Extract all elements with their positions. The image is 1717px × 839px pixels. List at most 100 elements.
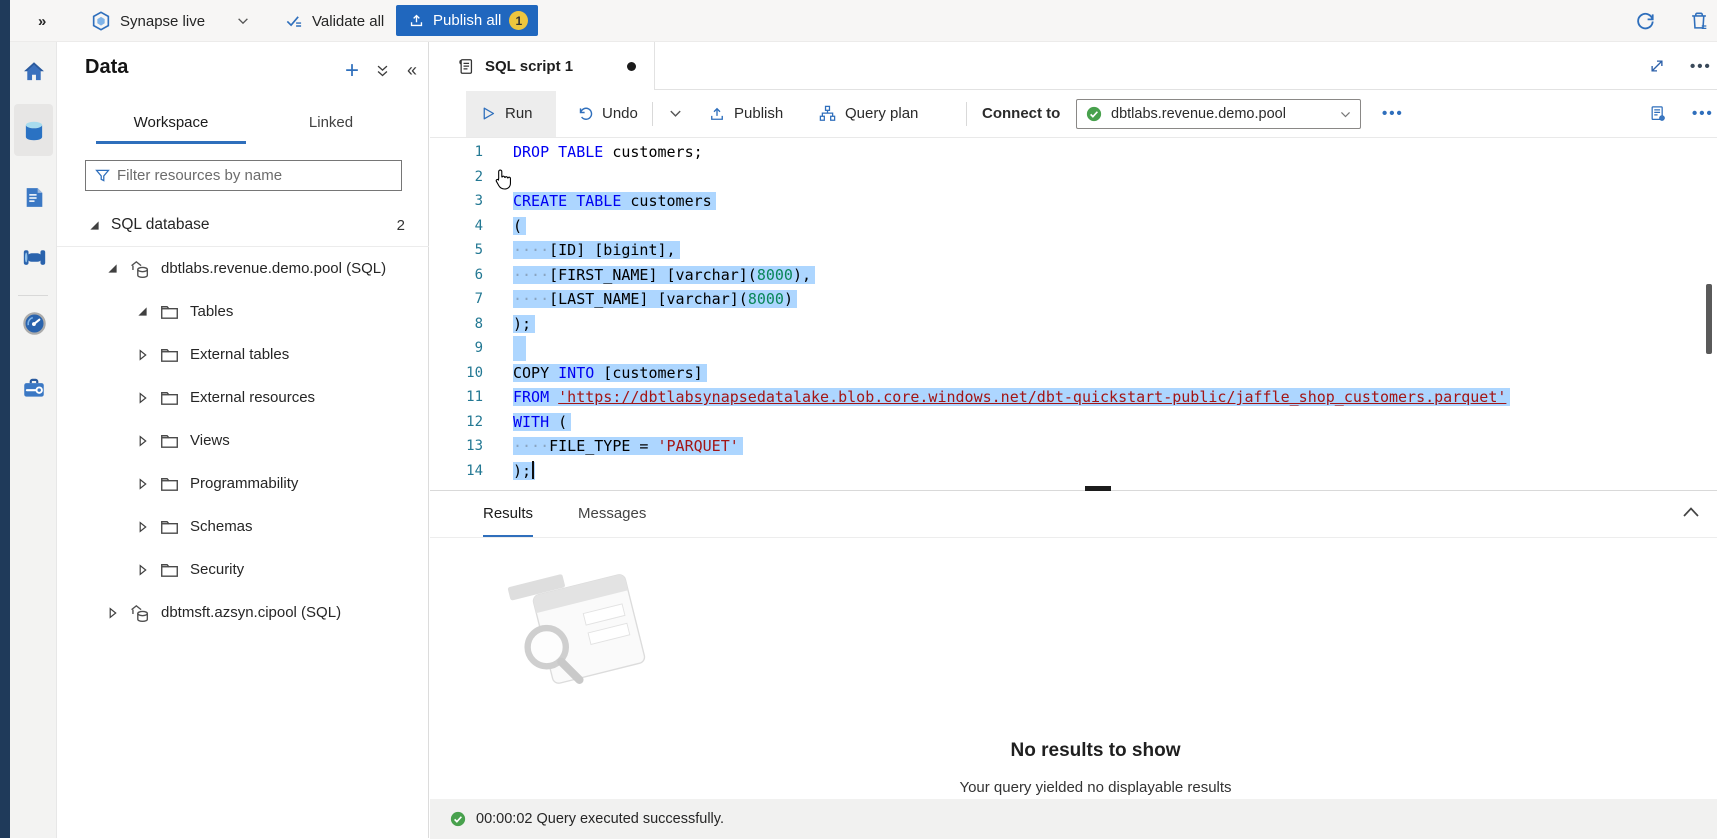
collapsed-expander-icon[interactable] <box>135 435 149 447</box>
expanded-expander-icon[interactable] <box>87 220 101 231</box>
tree-item-sql-database[interactable]: SQL database2 <box>57 204 429 247</box>
code-line-14[interactable]: 14); <box>430 459 1717 484</box>
run-button[interactable]: Run <box>480 90 533 137</box>
nav-item-database-hub[interactable] <box>20 117 48 145</box>
toolbar-more-icon[interactable]: ••• <box>1382 90 1404 137</box>
tab-sql-script-1[interactable]: SQL script 1 <box>430 42 655 90</box>
expand-editor-icon[interactable] <box>1648 57 1666 75</box>
tab-more-actions-icon[interactable]: ••• <box>1690 58 1712 75</box>
query-plan-button[interactable]: Query plan <box>818 90 918 137</box>
integrate-icon <box>21 244 48 271</box>
tree-item-schemas[interactable]: Schemas <box>57 505 429 548</box>
validate-all-button[interactable]: Validate all <box>284 0 384 42</box>
editor-more-actions-icon[interactable]: ••• <box>1692 90 1714 137</box>
code-line-13[interactable]: 13····FILE_TYPE = 'PARQUET' <box>430 434 1717 459</box>
sql-pool-icon <box>129 602 151 624</box>
tree-item-external-tables[interactable]: External tables <box>57 333 429 376</box>
nav-item-home[interactable] <box>20 58 48 86</box>
window-edge-stripe <box>0 0 10 838</box>
tree-item-security[interactable]: Security <box>57 548 429 591</box>
editor-scrollbar-thumb[interactable] <box>1706 284 1712 354</box>
filter-resources-box <box>85 160 402 191</box>
home-icon <box>21 59 47 85</box>
panel-title: Data <box>85 56 128 79</box>
tab-messages[interactable]: Messages <box>578 491 646 537</box>
discard-trash-icon[interactable] <box>1688 0 1710 42</box>
sql-code-editor[interactable]: 1DROP TABLE customers;23CREATE TABLE cus… <box>430 138 1717 490</box>
code-line-4[interactable]: 4( <box>430 214 1717 239</box>
selection-highlight: COPY INTO [customers] <box>513 364 703 382</box>
publish-all-button[interactable]: Publish all 1 <box>396 5 538 36</box>
expanded-expander-icon[interactable] <box>135 306 149 317</box>
editor-toolbar: Run Undo Publish Query plan Connect to d… <box>430 90 1717 138</box>
collapsed-expander-icon[interactable] <box>135 564 149 576</box>
line-number: 13 <box>430 434 496 459</box>
tab-linked[interactable]: Linked <box>266 104 396 144</box>
code-line-8[interactable]: 8); <box>430 312 1717 337</box>
toolbar-divider <box>966 102 967 126</box>
code-line-7[interactable]: 7····[LAST_NAME] [varchar](8000) <box>430 287 1717 312</box>
upload-icon <box>408 12 425 29</box>
line-number: 14 <box>430 459 496 484</box>
code-line-9[interactable]: 9 <box>430 336 1717 361</box>
code-line-1[interactable]: 1DROP TABLE customers; <box>430 140 1717 165</box>
code-line-2[interactable]: 2 <box>430 165 1717 190</box>
tree-item-external-resources[interactable]: External resources <box>57 376 429 419</box>
dropdown-chevron-icon <box>1339 108 1352 121</box>
collapsed-expander-icon[interactable] <box>135 349 149 361</box>
develop-icon <box>22 185 47 210</box>
nav-item-develop-hub[interactable] <box>20 183 48 211</box>
code-line-3[interactable]: 3CREATE TABLE customers <box>430 189 1717 214</box>
tree-item-dbtlabs-revenue-demo-pool-sql[interactable]: dbtlabs.revenue.demo.pool (SQL) <box>57 247 429 290</box>
tree-item-views[interactable]: Views <box>57 419 429 462</box>
mode-dropdown-chevron-icon[interactable] <box>236 0 250 42</box>
tree-item-programmability[interactable]: Programmability <box>57 462 429 505</box>
undo-button[interactable]: Undo <box>576 90 638 137</box>
selection-highlight: ····[ID] [bigint], <box>513 241 676 259</box>
status-text: 00:00:02 Query executed successfully. <box>476 811 724 827</box>
mode-selector[interactable]: Synapse live <box>120 0 205 42</box>
collapse-results-chevron-icon[interactable] <box>1682 505 1700 519</box>
collapse-all-icon[interactable] <box>367 63 397 79</box>
code-line-5[interactable]: 5····[ID] [bigint], <box>430 238 1717 263</box>
run-options-chevron-icon[interactable] <box>668 90 683 137</box>
collapse-panel-icon[interactable]: « <box>397 60 427 81</box>
folder-icon <box>159 431 180 450</box>
code-line-11[interactable]: 11FROM 'https://dbtlabsynapsedatalake.bl… <box>430 385 1717 410</box>
code-line-10[interactable]: 10COPY INTO [customers] <box>430 361 1717 386</box>
results-splitter-handle[interactable] <box>1085 486 1111 491</box>
connect-to-pool-dropdown[interactable]: dbtlabs.revenue.demo.pool <box>1076 99 1361 129</box>
collapsed-expander-icon[interactable] <box>105 607 119 619</box>
filter-resources-input[interactable] <box>115 166 401 185</box>
code-line-6[interactable]: 6····[FIRST_NAME] [varchar](8000), <box>430 263 1717 288</box>
tab-workspace[interactable]: Workspace <box>96 104 246 144</box>
tree-item-dbtmsft-azsyn-cipool-sql[interactable]: dbtmsft.azsyn.cipool (SQL) <box>57 591 429 634</box>
tree-item-label: Security <box>190 561 244 578</box>
tree-item-tables[interactable]: Tables <box>57 290 429 333</box>
folder-icon <box>159 302 180 321</box>
selection-highlight: ); <box>513 315 531 333</box>
code-line-12[interactable]: 12WITH ( <box>430 410 1717 435</box>
selection-highlight: FROM 'https://dbtlabsynapsedatalake.blob… <box>513 388 1506 406</box>
expanded-expander-icon[interactable] <box>105 263 119 274</box>
nav-item-integrate-hub[interactable] <box>20 243 48 271</box>
collapsed-expander-icon[interactable] <box>135 392 149 404</box>
line-number: 1 <box>430 140 496 165</box>
nav-item-monitor-hub[interactable] <box>20 309 48 337</box>
refresh-icon[interactable] <box>1634 0 1657 42</box>
collapsed-expander-icon[interactable] <box>135 521 149 533</box>
publish-button[interactable]: Publish <box>708 90 783 137</box>
nav-item-manage-hub[interactable] <box>20 374 48 402</box>
no-results-empty-state: No results to show Your query yielded no… <box>430 538 1717 796</box>
unsaved-changes-dot <box>627 62 636 71</box>
add-resource-button[interactable]: + <box>337 61 367 81</box>
properties-icon[interactable] <box>1648 90 1668 137</box>
connect-to-label: Connect to <box>982 90 1060 137</box>
tree-item-label: Programmability <box>190 475 298 492</box>
pool-value: dbtlabs.revenue.demo.pool <box>1111 106 1331 122</box>
line-number: 12 <box>430 410 496 435</box>
tab-results[interactable]: Results <box>483 491 533 537</box>
expand-sidebar-icon[interactable]: » <box>38 0 44 42</box>
collapsed-expander-icon[interactable] <box>135 478 149 490</box>
manage-icon <box>21 375 47 401</box>
